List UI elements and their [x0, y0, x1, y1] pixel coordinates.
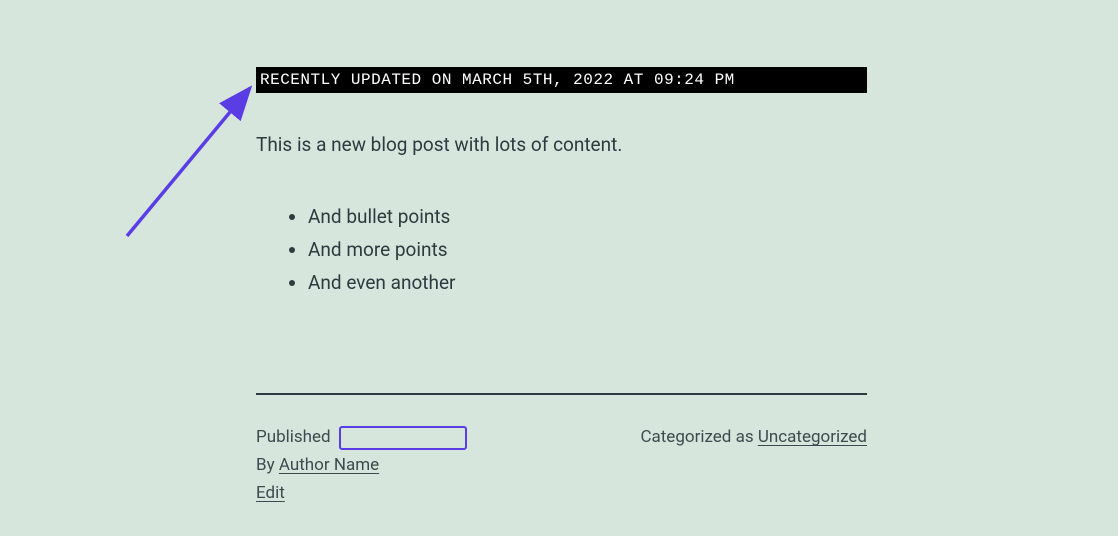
updated-banner: RECENTLY UPDATED ON MARCH 5TH, 2022 AT 0…	[256, 67, 867, 93]
author-link[interactable]: Author Name	[279, 455, 379, 475]
list-item: And more points	[308, 233, 867, 266]
category-link[interactable]: Uncategorized	[758, 427, 867, 447]
meta-right: Categorized as Uncategorized	[640, 423, 867, 451]
annotation-arrow-icon	[112, 76, 272, 246]
published-date-highlight	[339, 426, 467, 450]
list-item: And even another	[308, 266, 867, 299]
categorized-label: Categorized as	[640, 427, 753, 447]
edit-link[interactable]: Edit	[256, 483, 285, 503]
by-label: By	[256, 455, 275, 475]
meta-left: Published By Author Name Edit	[256, 423, 467, 507]
bullet-list: And bullet points And more points And ev…	[308, 200, 867, 300]
intro-paragraph: This is a new blog post with lots of con…	[256, 131, 867, 160]
post-content: RECENTLY UPDATED ON MARCH 5TH, 2022 AT 0…	[256, 67, 867, 507]
meta-divider	[256, 393, 867, 395]
post-meta: Published By Author Name Edit Categorize…	[256, 423, 867, 507]
list-item: And bullet points	[308, 200, 867, 233]
published-label: Published	[256, 427, 331, 447]
